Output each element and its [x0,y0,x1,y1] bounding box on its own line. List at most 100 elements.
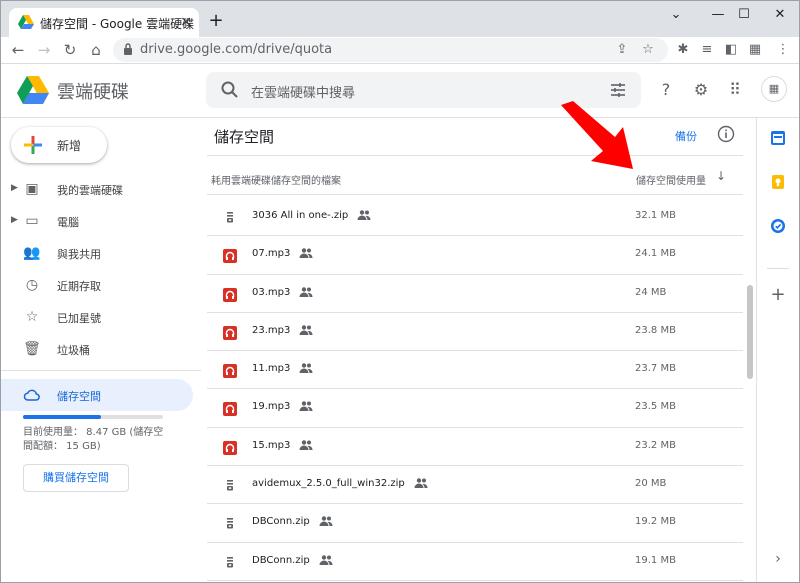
side-panel-divider [767,268,789,269]
file-row[interactable]: avidemux_2.5.0_full_win32.zip 20 MB [207,466,743,505]
reload-icon[interactable]: ↻ [59,39,81,61]
info-icon[interactable] [717,125,735,143]
page-title: 儲存空間 [214,128,275,146]
audio-file-icon [223,325,237,340]
tab-search-icon[interactable]: ⌄ [664,5,688,25]
drive-logo-icon[interactable] [17,76,49,104]
browser-menu-icon[interactable]: ⋮ [773,40,793,60]
file-name: DBConn.zip [252,554,310,566]
sidebar-item-label: 儲存空間 [57,390,101,403]
shared-people-icon [299,248,313,259]
drive-brand[interactable]: 雲端硬碟 [57,78,129,104]
file-name: 03.mp3 [252,286,291,298]
file-size: 20 MB [635,478,667,490]
add-addon-icon[interactable]: + [769,286,787,304]
search-input[interactable]: 在雲端硬碟中搜尋 [251,82,355,101]
buy-storage-button[interactable]: 購買儲存空間 [23,464,129,492]
scrollbar-track[interactable] [746,197,754,582]
sidebar-item-storage[interactable]: 儲存空間 [1,379,193,411]
audio-file-icon [223,401,237,417]
file-size: 24.1 MB [635,248,676,260]
browser-tab[interactable]: 儲存空間 - Google 雲端硬碟 × [9,8,199,37]
file-name: 19.mp3 [252,401,291,413]
expand-arrow-icon[interactable]: ▶ [11,215,18,225]
back-icon[interactable]: ← [7,39,29,61]
sidebar-item-my-drive[interactable]: ▶ ▣ 我的雲端硬碟 [1,174,193,204]
side-panel-icon[interactable]: ◧ [721,40,741,60]
file-row[interactable]: DBConn.zip 19.1 MB [207,543,743,581]
file-name: 3036 All in one-.zip [252,210,349,221]
file-name: 11.mp3 [252,363,291,375]
cloud-icon [23,389,40,401]
search-options-icon[interactable] [608,80,628,100]
file-row[interactable]: 03.mp3 24 MB [207,275,743,313]
file-row[interactable]: 15.mp3 23.2 MB [207,428,743,467]
address-bar[interactable]: drive.google.com/drive/quota ⇪ ☆ [113,38,668,62]
zip-file-icon [223,516,237,530]
file-size: 23.2 MB [635,439,676,451]
sidebar-item-starred[interactable]: ☆ 已加星號 [1,302,193,332]
side-panel: + › [756,118,799,582]
lock-icon [124,43,132,55]
reading-list-icon[interactable]: ≡ [697,40,717,60]
trash-icon: 🗑 [23,341,41,357]
collapse-panel-icon[interactable]: › [771,552,785,566]
tab-strip: 儲存空間 - Google 雲端硬碟 × + ⌄ — ☐ ✕ [1,1,799,37]
sidebar-item-label: 垃圾桶 [57,344,90,357]
file-row[interactable]: 19.mp3 23.5 MB [207,389,743,428]
forward-icon[interactable]: → [33,39,55,61]
expand-arrow-icon[interactable]: ▶ [11,183,18,193]
file-row[interactable]: 07.mp3 24.1 MB [207,236,743,275]
scrollbar-thumb[interactable] [747,285,753,379]
search-icon[interactable] [220,80,240,100]
column-usage-header[interactable]: 儲存空間使用量 [636,172,706,187]
drive-favicon-icon [18,15,34,29]
annotation-arrow [561,101,633,169]
shared-people-icon [319,516,333,527]
star-icon: ☆ [25,309,39,325]
column-files-header: 耗用雲端硬碟儲存空間的檔案 [211,176,341,187]
sidebar-item-recent[interactable]: ◷ 近期存取 [1,270,193,300]
file-row[interactable]: DBConn.zip 19.2 MB [207,504,743,543]
tasks-icon[interactable] [770,218,786,234]
browser-toolbar: ← → ↻ ⌂ drive.google.com/drive/quota ⇪ ☆… [1,37,799,63]
new-tab-button[interactable]: + [206,11,226,31]
sidebar-item-computers[interactable]: ▶ ▭ 電腦 [1,206,193,236]
file-size: 19.2 MB [635,516,676,528]
backup-link[interactable]: 備份 [675,128,697,144]
extensions-icon[interactable]: ✱ [673,40,693,60]
account-avatar[interactable]: ▦ [761,76,787,102]
close-window-button[interactable]: ✕ [768,5,792,25]
file-size: 23.7 MB [635,363,676,375]
sidebar-item-trash[interactable]: 🗑 垃圾桶 [1,334,193,364]
settings-gear-icon[interactable]: ⚙ [689,78,713,102]
file-row[interactable]: 23.mp3 23.8 MB [207,313,743,352]
sidebar-item-label: 已加星號 [57,312,101,325]
zip-file-icon [223,555,237,569]
new-button[interactable]: 新增 [11,127,107,163]
minimize-button[interactable]: — [706,5,730,25]
file-row[interactable]: 3036 All in one-.zip 32.1 MB [207,198,743,237]
storage-quota-bar [23,415,163,419]
file-name: avidemux_2.5.0_full_win32.zip [252,478,405,490]
tab-close-icon[interactable]: × [177,13,195,31]
bookmark-star-icon[interactable]: ☆ [639,41,657,59]
url-text: drive.google.com/drive/quota [140,42,333,57]
file-size: 23.8 MB [635,324,676,336]
file-row[interactable]: 11.mp3 23.7 MB [207,351,743,390]
keep-icon[interactable] [770,174,786,190]
home-icon[interactable]: ⌂ [85,39,107,61]
maximize-button[interactable]: ☐ [732,5,756,25]
sidebar-item-shared[interactable]: 👥 與我共用 [1,238,193,268]
new-button-label: 新增 [57,139,82,153]
computer-icon: ▭ [25,213,39,229]
profile-avatar[interactable]: ▦ [745,40,765,60]
audio-file-icon [223,363,237,379]
shared-people-icon [357,210,371,220]
help-icon[interactable]: ? [654,78,678,102]
sort-arrow-icon[interactable]: ↓ [716,169,726,183]
calendar-icon[interactable] [770,130,786,146]
apps-grid-icon[interactable]: ⠿ [723,78,747,102]
plus-icon [24,136,42,154]
share-page-icon[interactable]: ⇪ [613,41,631,59]
